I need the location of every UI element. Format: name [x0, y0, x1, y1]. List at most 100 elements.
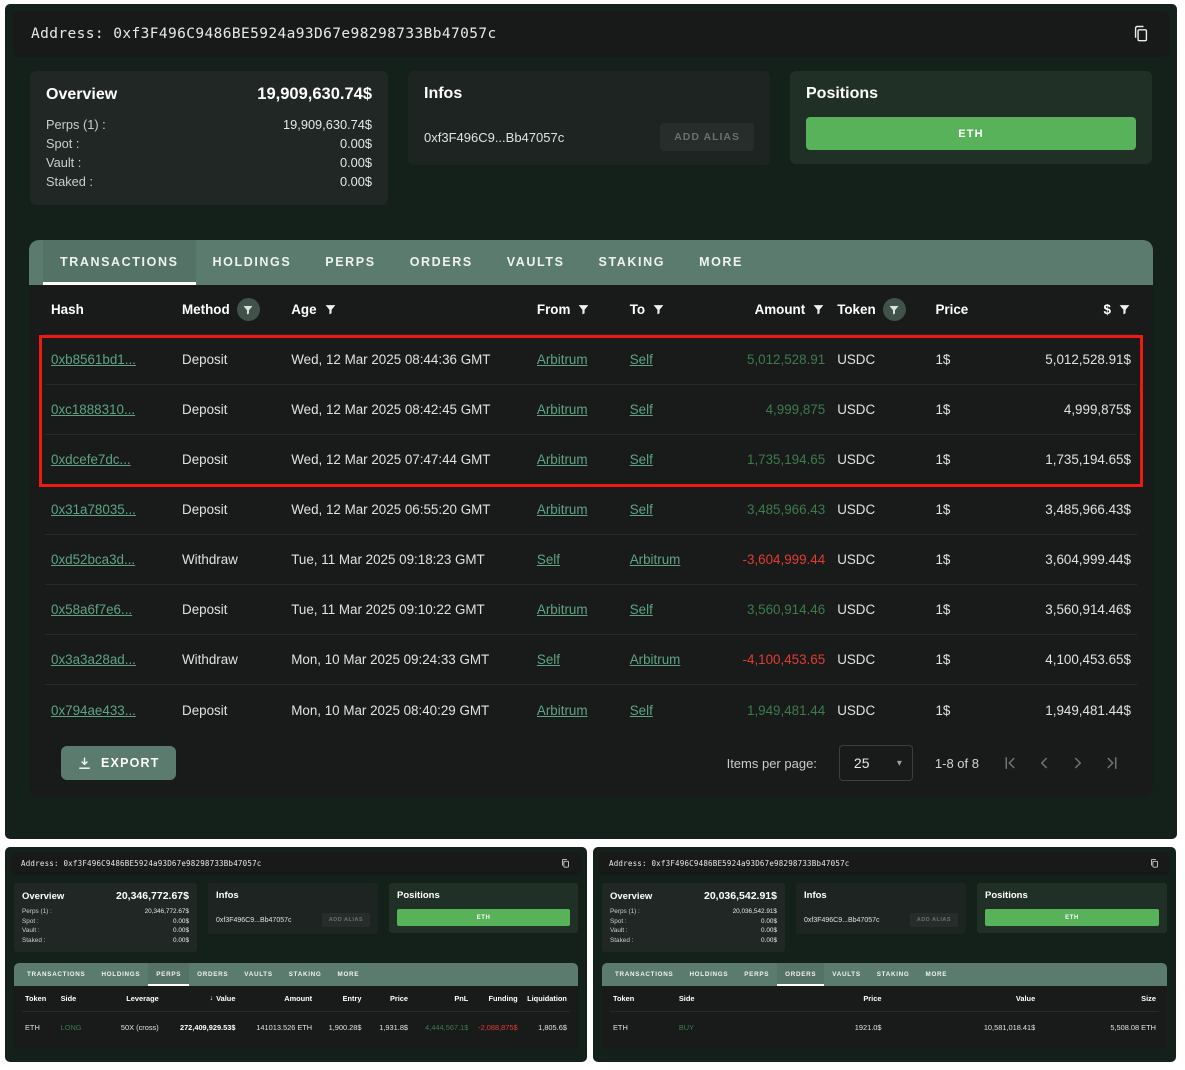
tab-perps[interactable]: PERPS [308, 240, 392, 285]
export-button[interactable]: EXPORT [61, 746, 176, 780]
overview-row-label: Staked : [22, 936, 45, 946]
add-alias-button[interactable]: ADD ALIAS [660, 123, 754, 151]
to-link[interactable]: Self [630, 452, 653, 467]
tab-transactions[interactable]: TRANSACTIONS [19, 963, 93, 986]
cell-price: 1$ [935, 552, 950, 567]
address-short: 0xf3F496C9...Bb47057c [216, 917, 292, 924]
filter-icon[interactable] [237, 298, 260, 321]
table-row: 0xb8561bd1...DepositWed, 12 Mar 2025 08:… [45, 335, 1137, 385]
filter-icon[interactable] [324, 303, 337, 316]
to-link[interactable]: Arbitrum [630, 652, 681, 667]
copy-address-button[interactable] [1149, 858, 1160, 869]
cell-age: Wed, 12 Mar 2025 08:44:36 GMT [291, 352, 490, 367]
position-eth-button[interactable]: ETH [985, 909, 1159, 926]
column-header-token: Token [610, 994, 676, 1003]
hash-link[interactable]: 0xc1888310... [51, 402, 135, 417]
tab-transactions[interactable]: TRANSACTIONS [607, 963, 681, 986]
filter-icon[interactable] [812, 303, 825, 316]
filter-icon[interactable] [652, 303, 665, 316]
cell-token: USDC [837, 402, 875, 417]
from-link[interactable]: Arbitrum [537, 352, 588, 367]
items-per-page-select[interactable]: 25 ▾ [839, 745, 913, 781]
column-header-amount: Amount [700, 302, 831, 317]
tab-more[interactable]: MORE [330, 963, 368, 986]
hash-link[interactable]: 0x58a6f7e6... [51, 602, 132, 617]
tab-staking[interactable]: STAKING [582, 240, 683, 285]
filter-icon[interactable] [577, 303, 590, 316]
hash-link[interactable]: 0x3a3a28ad... [51, 652, 136, 667]
to-link[interactable]: Self [630, 602, 653, 617]
from-link[interactable]: Arbitrum [537, 452, 588, 467]
hash-link[interactable]: 0x794ae433... [51, 703, 136, 718]
tab-more[interactable]: MORE [918, 963, 956, 986]
from-link[interactable]: Self [537, 652, 560, 667]
from-link[interactable]: Arbitrum [537, 602, 588, 617]
tab-transactions[interactable]: TRANSACTIONS [43, 240, 196, 285]
to-link[interactable]: Arbitrum [630, 552, 681, 567]
tab-vaults[interactable]: VAULTS [490, 240, 582, 285]
tab-orders[interactable]: ORDERS [189, 963, 236, 986]
positions-card: Positions ETH [790, 71, 1152, 164]
overview-row: Vault :0.00$ [22, 926, 189, 936]
cell-method: Deposit [182, 452, 227, 467]
overview-row-label: Perps (1) : [610, 907, 640, 917]
pagination-first-button[interactable] [1001, 754, 1019, 772]
cell-entry: 1,900.28$ [329, 1023, 362, 1032]
tab-perps[interactable]: PERPS [736, 963, 777, 986]
from-link[interactable]: Arbitrum [537, 402, 588, 417]
cell-token: USDC [837, 652, 875, 667]
column-header-token: Token [831, 298, 929, 321]
to-link[interactable]: Self [630, 703, 653, 718]
tab-holdings[interactable]: HOLDINGS [681, 963, 736, 986]
overview-card: Overview 20,346,772.67$ Perps (1) :20,34… [14, 883, 197, 952]
cell-token: USDC [837, 502, 875, 517]
tab-more[interactable]: MORE [682, 240, 760, 285]
hash-link[interactable]: 0xd52bca3d... [51, 552, 135, 567]
hash-link[interactable]: 0xb8561bd1... [51, 352, 136, 367]
filter-icon[interactable] [883, 298, 906, 321]
cell-amount: 3,485,966.43 [747, 502, 825, 517]
from-link[interactable]: Arbitrum [537, 703, 588, 718]
column-header-amount: Amount [238, 994, 315, 1003]
cell-price: 1$ [935, 703, 950, 718]
tab-orders[interactable]: ORDERS [777, 963, 824, 986]
address-short: 0xf3F496C9...Bb47057c [804, 917, 880, 924]
copy-address-button[interactable] [560, 858, 571, 869]
tab-holdings[interactable]: HOLDINGS [93, 963, 148, 986]
column-label: Price [935, 302, 968, 317]
add-alias-button[interactable]: ADD ALIAS [322, 913, 370, 927]
to-link[interactable]: Self [630, 502, 653, 517]
to-link[interactable]: Self [630, 402, 653, 417]
tab-vaults[interactable]: VAULTS [824, 963, 868, 986]
tab-vaults[interactable]: VAULTS [236, 963, 280, 986]
filter-icon[interactable] [1118, 303, 1131, 316]
infos-card: Infos 0xf3F496C9...Bb47057c ADD ALIAS [796, 883, 966, 934]
infos-title: Infos [804, 890, 958, 901]
column-label: Hash [51, 302, 84, 317]
to-link[interactable]: Self [630, 352, 653, 367]
pagination-next-button[interactable] [1069, 754, 1087, 772]
hash-link[interactable]: 0xdcefe7dc... [51, 452, 131, 467]
from-link[interactable]: Self [537, 552, 560, 567]
tab-orders[interactable]: ORDERS [393, 240, 490, 285]
sort-desc-icon[interactable]: ↓ [210, 995, 214, 1002]
tab-holdings[interactable]: HOLDINGS [196, 240, 309, 285]
copy-address-button[interactable] [1131, 24, 1151, 44]
column-label: Funding [488, 994, 517, 1003]
overview-row-label: Staked : [610, 936, 633, 946]
position-eth-button[interactable]: ETH [806, 117, 1136, 150]
tab-staking[interactable]: STAKING [869, 963, 918, 986]
add-alias-button[interactable]: ADD ALIAS [910, 913, 958, 927]
hash-link[interactable]: 0x31a78035... [51, 502, 136, 517]
cell-usd: 5,012,528.91$ [1045, 352, 1131, 367]
from-link[interactable]: Arbitrum [537, 502, 588, 517]
position-eth-button[interactable]: ETH [397, 909, 570, 926]
pagination-prev-button[interactable] [1035, 754, 1053, 772]
cell-token: ETH [25, 1023, 40, 1032]
overview-row: Spot :0.00$ [610, 917, 777, 927]
tab-staking[interactable]: STAKING [281, 963, 330, 986]
tab-perps[interactable]: PERPS [148, 963, 189, 986]
pagination-last-button[interactable] [1103, 754, 1121, 772]
mini-panel-perps: Address: 0xf3F496C9486BE5924a93D67e98298… [5, 847, 587, 1062]
column-label: Price [390, 994, 408, 1003]
